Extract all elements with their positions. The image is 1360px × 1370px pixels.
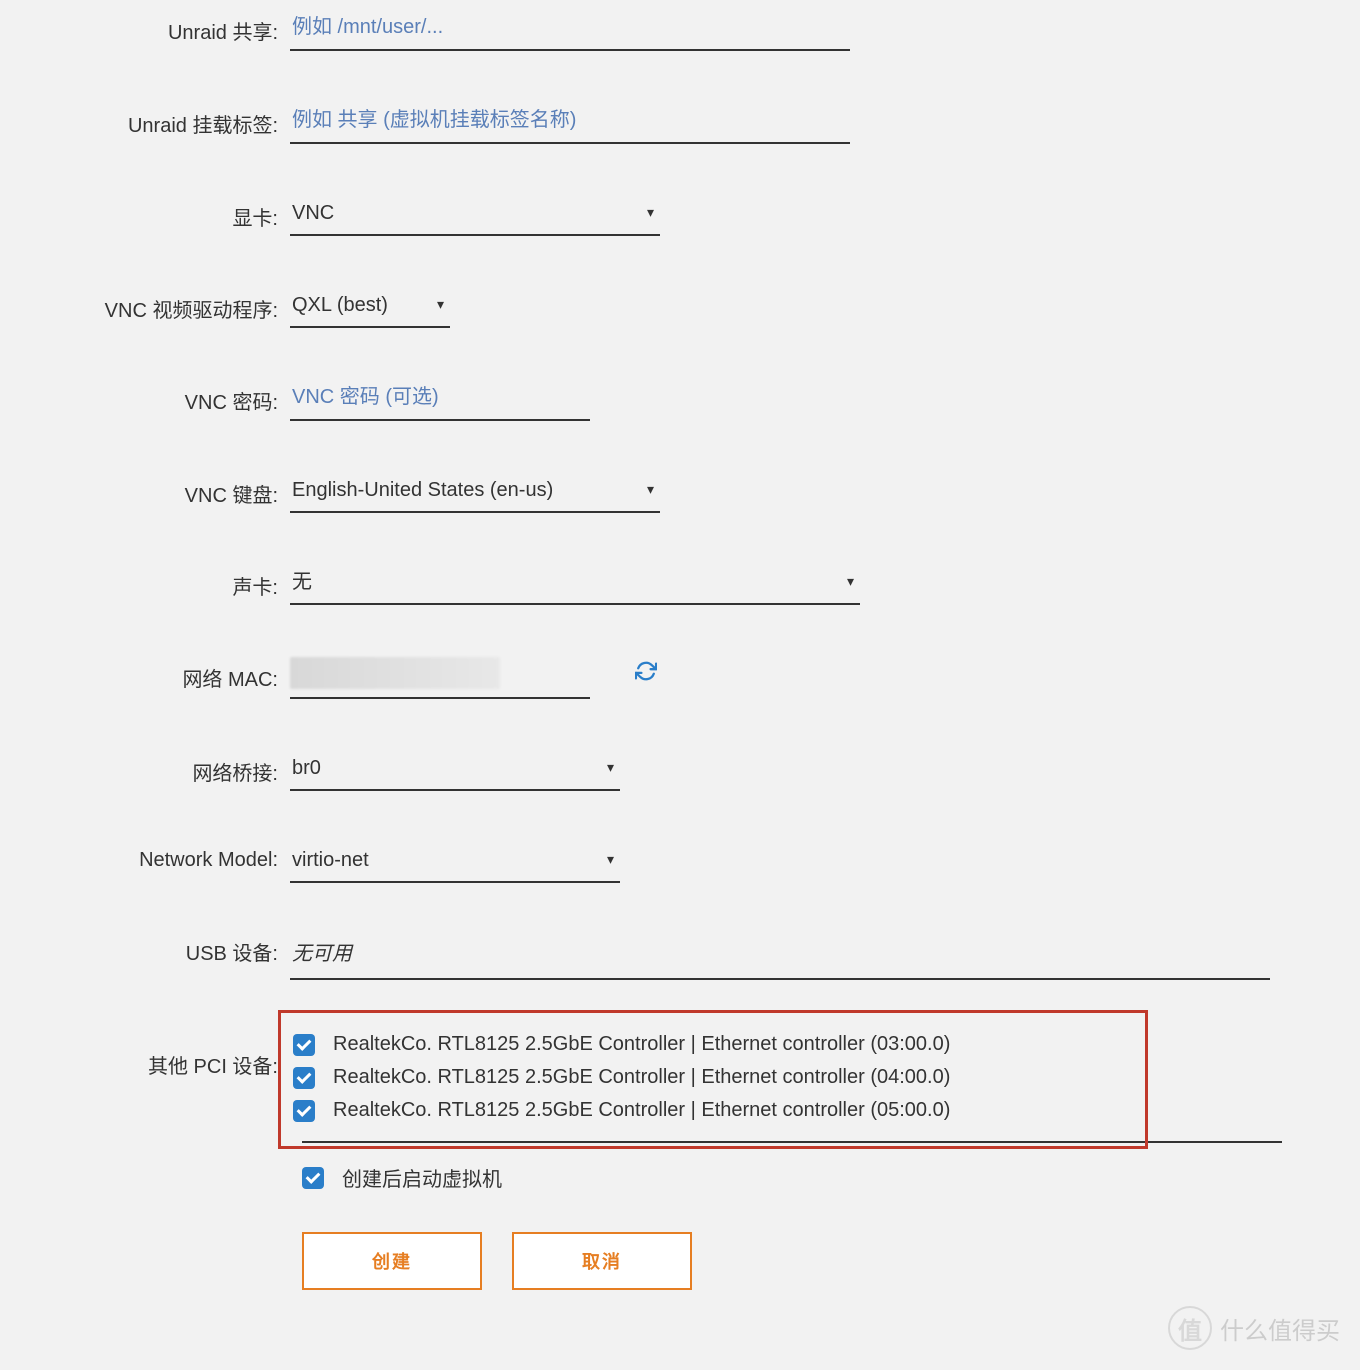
vnc-keyboard-select[interactable]: English-United States (en-us) <box>290 473 660 511</box>
pci-checkbox-2[interactable] <box>293 1100 315 1122</box>
unraid-mount-input[interactable] <box>290 103 850 144</box>
pci-checkbox-1[interactable] <box>293 1067 315 1089</box>
vnc-password-label: VNC 密码: <box>0 380 290 415</box>
net-mac-input[interactable] <box>290 657 500 689</box>
pci-label: 其他 PCI 设备: <box>0 1010 290 1079</box>
sound-label: 声卡: <box>0 565 290 600</box>
unraid-share-label: Unraid 共享: <box>0 10 290 45</box>
vnc-password-input[interactable] <box>290 380 590 421</box>
vnc-driver-label: VNC 视频驱动程序: <box>0 288 290 323</box>
pci-item-row: RealtekCo. RTL8125 2.5GbE Controller | E… <box>293 1099 1133 1122</box>
sound-select-wrap[interactable]: 无 <box>290 565 860 605</box>
pci-item-row: RealtekCo. RTL8125 2.5GbE Controller | E… <box>293 1066 1133 1089</box>
refresh-mac-icon[interactable] <box>635 660 657 687</box>
gpu-select-wrap[interactable]: VNC <box>290 196 660 236</box>
watermark-icon: 值 <box>1168 1306 1212 1350</box>
net-bridge-select-wrap[interactable]: br0 <box>290 751 620 791</box>
pci-item-label: RealtekCo. RTL8125 2.5GbE Controller | E… <box>333 1099 950 1122</box>
pci-item-row: RealtekCo. RTL8125 2.5GbE Controller | E… <box>293 1033 1133 1056</box>
unraid-share-input[interactable] <box>290 10 850 51</box>
pci-item-label: RealtekCo. RTL8125 2.5GbE Controller | E… <box>333 1033 950 1056</box>
gpu-label: 显卡: <box>0 196 290 231</box>
watermark: 值 什么值得买 <box>1168 1306 1340 1350</box>
vnc-keyboard-label: VNC 键盘: <box>0 473 290 508</box>
sound-select[interactable]: 无 <box>290 565 860 603</box>
net-model-select[interactable]: virtio-net <box>290 843 620 881</box>
usb-value: 无可用 <box>290 935 1270 980</box>
create-button[interactable]: 创建 <box>302 1232 482 1290</box>
net-model-label: Network Model: <box>0 843 290 872</box>
vnc-driver-select[interactable]: QXL (best) <box>290 288 450 326</box>
net-model-select-wrap[interactable]: virtio-net <box>290 843 620 883</box>
vnc-keyboard-select-wrap[interactable]: English-United States (en-us) <box>290 473 660 513</box>
pci-item-label: RealtekCo. RTL8125 2.5GbE Controller | E… <box>333 1066 950 1089</box>
net-mac-label: 网络 MAC: <box>0 657 290 692</box>
usb-label: USB 设备: <box>0 935 290 966</box>
net-bridge-label: 网络桥接: <box>0 751 290 786</box>
unraid-mount-label: Unraid 挂载标签: <box>0 103 290 138</box>
vnc-driver-select-wrap[interactable]: QXL (best) <box>290 288 450 328</box>
pci-highlight-box: RealtekCo. RTL8125 2.5GbE Controller | E… <box>278 1010 1148 1149</box>
start-after-label: 创建后启动虚拟机 <box>342 1163 502 1192</box>
cancel-button[interactable]: 取消 <box>512 1232 692 1290</box>
gpu-select[interactable]: VNC <box>290 196 660 234</box>
net-bridge-select[interactable]: br0 <box>290 751 620 789</box>
watermark-text: 什么值得买 <box>1220 1311 1340 1346</box>
pci-checkbox-0[interactable] <box>293 1034 315 1056</box>
start-after-checkbox[interactable] <box>302 1167 324 1189</box>
